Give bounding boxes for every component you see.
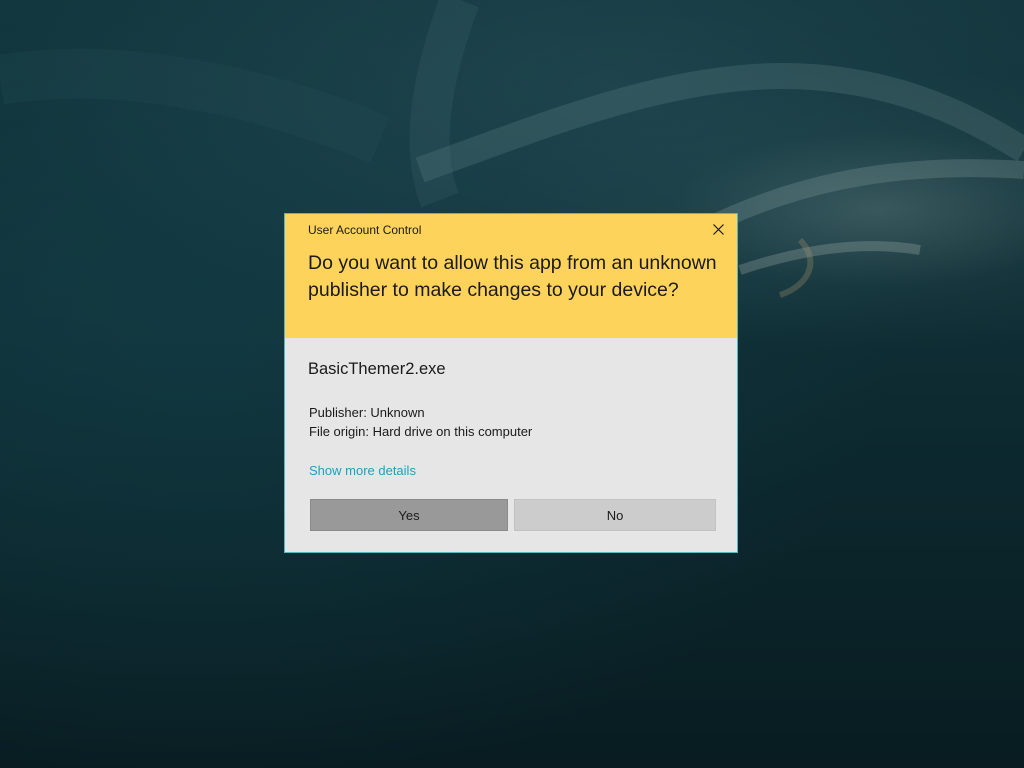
no-button[interactable]: No — [514, 499, 716, 531]
dialog-title: User Account Control — [308, 223, 422, 237]
file-origin-info: File origin: Hard drive on this computer — [309, 424, 533, 439]
show-more-details-link[interactable]: Show more details — [309, 463, 416, 478]
yes-button[interactable]: Yes — [310, 499, 508, 531]
app-name: BasicThemer2.exe — [308, 360, 446, 378]
uac-header: User Account Control Do you want to allo… — [285, 214, 737, 338]
uac-dialog: User Account Control Do you want to allo… — [284, 213, 738, 553]
close-icon — [712, 223, 724, 235]
close-button[interactable] — [707, 218, 729, 240]
uac-question: Do you want to allow this app from an un… — [308, 252, 717, 301]
publisher-info: Publisher: Unknown — [309, 405, 425, 420]
